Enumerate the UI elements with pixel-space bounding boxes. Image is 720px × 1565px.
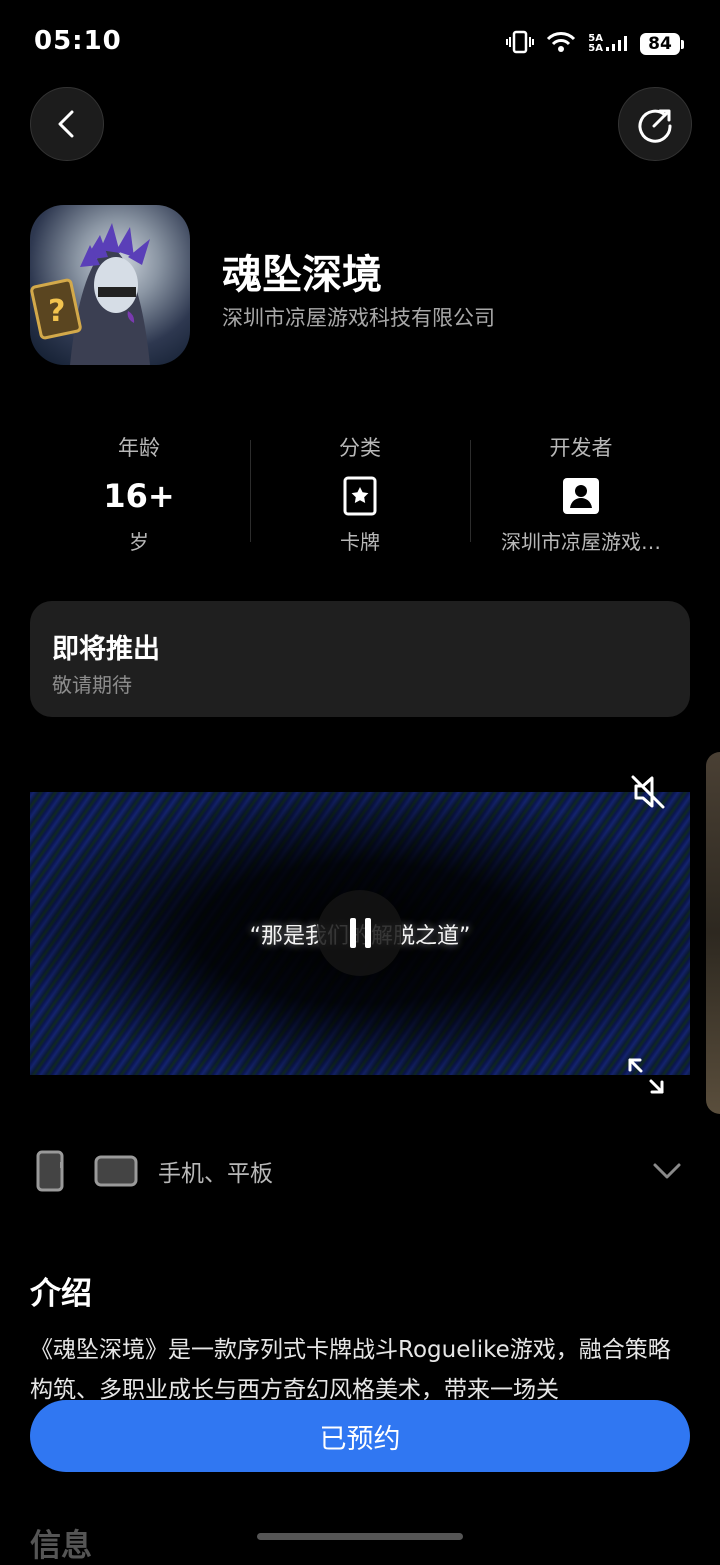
person-card-icon xyxy=(563,478,599,514)
reserved-button[interactable]: 已预约 xyxy=(30,1400,690,1472)
phone-icon xyxy=(36,1150,64,1192)
muted-speaker-icon xyxy=(631,775,665,809)
app-title: 魂坠深境 xyxy=(222,252,382,298)
chevron-down-icon xyxy=(653,1163,681,1179)
device-support-text: 手机、平板 xyxy=(158,1161,273,1187)
release-status-card: 即将推出 敬请期待 xyxy=(30,601,690,717)
tablet-icon xyxy=(94,1155,138,1187)
video-player[interactable]: “那是我们的解脱之道” xyxy=(30,792,690,1075)
home-indicator[interactable] xyxy=(257,1533,463,1540)
status-time: 05:10 xyxy=(34,26,122,56)
svg-text:?: ? xyxy=(48,294,65,329)
battery-icon: 84 xyxy=(640,33,684,55)
info-heading: 信息 xyxy=(30,1528,92,1564)
age-unit: 岁 xyxy=(129,530,149,554)
cellular-signal-icon: 5A 5A xyxy=(588,34,628,54)
age-rating: 年龄 16+ 岁 xyxy=(29,432,249,555)
status-icons: 5A 5A 84 xyxy=(506,30,684,58)
category[interactable]: 分类 卡牌 xyxy=(250,432,470,555)
chevron-left-icon xyxy=(58,110,74,138)
developer-value: 深圳市凉屋游戏… xyxy=(501,530,661,554)
age-value: 16+ xyxy=(103,477,175,515)
share-button[interactable] xyxy=(618,87,692,161)
release-title: 即将推出 xyxy=(52,634,160,665)
developer-info[interactable]: 开发者 深圳市凉屋游戏… xyxy=(471,432,691,555)
app-icon: ? xyxy=(30,205,190,365)
fullscreen-button[interactable] xyxy=(626,1056,666,1096)
app-developer[interactable]: 深圳市凉屋游戏科技有限公司 xyxy=(222,302,495,332)
screenshot-thumbnail[interactable] xyxy=(706,752,720,1114)
age-label: 年龄 xyxy=(118,436,160,460)
release-subtitle: 敬请期待 xyxy=(52,673,132,697)
back-button[interactable] xyxy=(30,87,104,161)
intro-heading: 介绍 xyxy=(30,1276,92,1312)
wifi-icon xyxy=(546,31,576,57)
vibrate-icon xyxy=(506,30,535,58)
share-icon xyxy=(638,109,672,143)
pause-icon xyxy=(349,918,356,948)
developer-label: 开发者 xyxy=(549,436,613,460)
battery-level: 84 xyxy=(640,33,680,55)
expand-icon xyxy=(628,1058,664,1094)
pause-button[interactable] xyxy=(317,890,403,976)
category-label: 分类 xyxy=(339,436,381,460)
device-support-row[interactable]: 手机、平板 xyxy=(36,1148,686,1194)
category-value: 卡牌 xyxy=(340,530,380,554)
card-icon xyxy=(343,476,377,516)
mute-button[interactable] xyxy=(628,772,668,812)
intro-text: 《魂坠深境》是一款序列式卡牌战斗Roguelike游戏，融合策略构筑、多职业成长… xyxy=(30,1337,671,1403)
